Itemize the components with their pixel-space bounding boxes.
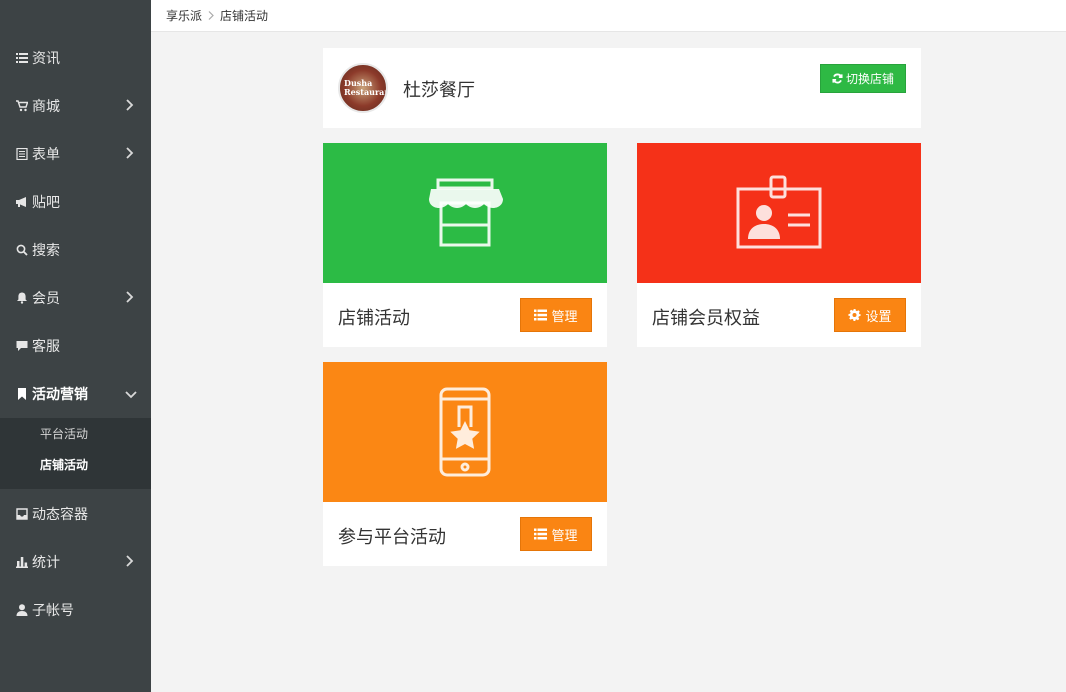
chevron-down-icon <box>125 387 139 401</box>
phone-star-icon <box>439 387 491 477</box>
bookmark-icon <box>15 387 29 401</box>
sidebar-item-mall[interactable]: 商城 <box>0 82 151 130</box>
settings-button[interactable]: 设置 <box>834 298 906 332</box>
form-icon <box>15 147 29 161</box>
member-badge-icon <box>736 175 822 249</box>
manage-button-label: 管理 <box>551 309 578 325</box>
member-benefits-card: 店铺会员权益 设置 <box>637 143 921 347</box>
sidebar-item-member[interactable]: 会员 <box>0 274 151 322</box>
manage-button-label: 管理 <box>551 528 578 544</box>
manage-button[interactable]: 管理 <box>520 298 592 332</box>
card-banner <box>323 143 607 283</box>
breadcrumb-current: 店铺活动 <box>220 9 269 23</box>
sidebar-item-label: 会员 <box>32 291 60 307</box>
cart-icon <box>15 99 29 113</box>
list-icon <box>15 51 29 65</box>
sidebar: 资讯 商城 表单 贴吧 搜索 会员 客服 活动营销 平台活动 店铺活动 动态容器 <box>0 0 151 692</box>
sidebar-item-sub-account[interactable]: 子帐号 <box>0 586 151 634</box>
inbox-icon <box>15 507 29 521</box>
sidebar-item-label: 统计 <box>32 555 60 571</box>
manage-button[interactable]: 管理 <box>520 517 592 551</box>
breadcrumb-root[interactable]: 享乐派 <box>166 7 202 24</box>
store-activity-card: 店铺活动 管理 <box>323 143 607 347</box>
sidebar-item-news[interactable]: 资讯 <box>0 34 151 82</box>
breadcrumb: 享乐派 店铺活动 <box>151 0 1066 32</box>
megaphone-icon <box>15 195 29 209</box>
card-title: 店铺活动 <box>338 308 410 329</box>
store-name: 杜莎餐厅 <box>403 80 475 101</box>
search-icon <box>15 243 29 257</box>
chevron-right-icon <box>125 291 139 305</box>
chevron-right-icon <box>208 11 214 20</box>
sidebar-item-label: 贴吧 <box>32 195 60 211</box>
store-avatar: Dusha Restaurant <box>338 63 388 113</box>
sidebar-item-marketing[interactable]: 活动营销 <box>0 370 151 418</box>
switch-store-button[interactable]: 切换店铺 <box>820 64 906 93</box>
avatar-text: Dusha Restaurant <box>344 78 386 97</box>
bar-chart-icon <box>15 555 29 569</box>
card-title: 店铺会员权益 <box>652 308 760 329</box>
list-icon <box>534 528 548 540</box>
sidebar-item-label: 表单 <box>32 147 60 163</box>
sidebar-item-form[interactable]: 表单 <box>0 130 151 178</box>
chat-icon <box>15 339 29 353</box>
refresh-icon <box>832 73 843 84</box>
storefront-icon <box>429 178 503 247</box>
sidebar-item-label: 子帐号 <box>32 603 74 619</box>
chevron-right-icon <box>125 147 139 161</box>
switch-store-label: 切换店铺 <box>845 72 894 86</box>
sidebar-item-forum[interactable]: 贴吧 <box>0 178 151 226</box>
submenu-item-platform-activity[interactable]: 平台活动 <box>40 425 88 442</box>
settings-button-label: 设置 <box>865 309 892 325</box>
sidebar-item-label: 动态容器 <box>32 507 88 523</box>
sidebar-item-label: 搜索 <box>32 243 60 259</box>
sidebar-item-dynamic-container[interactable]: 动态容器 <box>0 490 151 538</box>
user-icon <box>15 603 29 617</box>
gear-icon <box>848 309 861 321</box>
list-icon <box>534 309 548 321</box>
card-banner <box>323 362 607 502</box>
chevron-right-icon <box>125 99 139 113</box>
card-banner <box>637 143 921 283</box>
bell-icon <box>15 291 29 305</box>
sidebar-item-statistics[interactable]: 统计 <box>0 538 151 586</box>
chevron-right-icon <box>125 555 139 569</box>
store-header: Dusha Restaurant 杜莎餐厅 切换店铺 <box>323 48 921 128</box>
marketing-submenu: 平台活动 店铺活动 <box>0 418 151 489</box>
sidebar-item-label: 资讯 <box>32 51 60 67</box>
sidebar-item-label: 商城 <box>32 99 60 115</box>
sidebar-item-search[interactable]: 搜索 <box>0 226 151 274</box>
submenu-item-store-activity[interactable]: 店铺活动 <box>40 456 88 473</box>
sidebar-item-label: 活动营销 <box>32 387 88 403</box>
platform-activity-card: 参与平台活动 管理 <box>323 362 607 566</box>
sidebar-item-label: 客服 <box>32 339 60 355</box>
sidebar-item-service[interactable]: 客服 <box>0 322 151 370</box>
card-title: 参与平台活动 <box>338 527 446 548</box>
